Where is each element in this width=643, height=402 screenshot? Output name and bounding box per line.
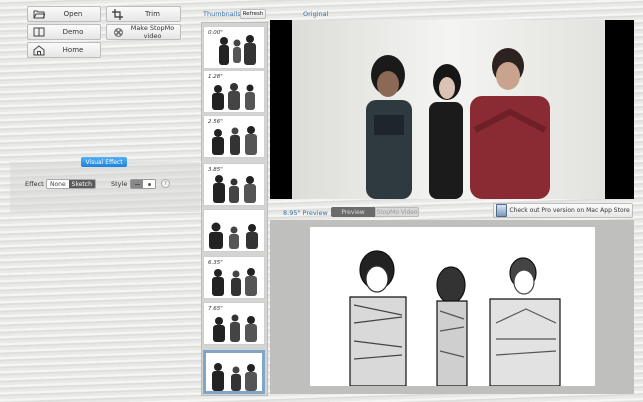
preview-tabs[interactable]: Preview StopMo Video	[331, 207, 419, 217]
trim-button[interactable]: Trim	[106, 6, 181, 22]
preview-area[interactable]	[270, 220, 634, 394]
thumbnail-item[interactable]: 3.85"	[203, 163, 265, 206]
book-icon	[32, 26, 46, 38]
style-segmented-control[interactable]	[130, 179, 156, 189]
visual-effect-title: Visual Effect	[81, 157, 127, 167]
demo-button[interactable]: Demo	[27, 24, 101, 40]
tab-stopmo-video[interactable]: StopMo Video	[375, 207, 419, 217]
pro-version-button[interactable]: Check out Pro version on Mac App Store	[493, 203, 633, 218]
thumbnail-item[interactable]: 7.65"	[203, 302, 265, 345]
style-info-icon[interactable]: ?	[161, 179, 170, 188]
thumbnail-item[interactable]: 2.56"	[203, 115, 265, 158]
trim-button-label: Trim	[145, 10, 160, 18]
effect-option-sketch[interactable]: Sketch	[68, 180, 95, 188]
refresh-button[interactable]: Refresh	[240, 9, 266, 19]
thumbnails-title: Thumbnails	[203, 10, 241, 18]
app-store-icon	[496, 204, 507, 217]
original-title: Original	[303, 10, 329, 18]
open-button[interactable]: Open	[27, 6, 101, 22]
make-stopmo-video-button[interactable]: Make StopMo video	[106, 24, 181, 40]
open-button-label: Open	[63, 10, 83, 18]
thumbnail-item-selected[interactable]	[203, 350, 265, 394]
thumbnail-time: 0.00"	[208, 30, 223, 36]
thumbnail-time: 3.85"	[208, 167, 223, 173]
thumbnail-time: 6.35"	[208, 260, 223, 266]
house-icon	[32, 44, 46, 56]
sketch-image	[349, 250, 561, 386]
style-label: Style	[111, 180, 128, 188]
home-button[interactable]: Home	[27, 42, 101, 58]
preview-time-label: 8.95" Preview	[283, 209, 328, 217]
original-video-frame[interactable]	[270, 20, 634, 199]
original-video-image	[292, 20, 605, 199]
pro-version-label: Check out Pro version on Mac App Store	[509, 207, 630, 214]
preview-image	[310, 227, 595, 386]
crop-icon	[111, 8, 125, 20]
thumbnail-time: 1.28"	[208, 74, 223, 80]
folder-icon	[32, 8, 46, 20]
style-option-light[interactable]	[143, 180, 155, 188]
tab-preview[interactable]: Preview	[331, 207, 375, 217]
make-stopmo-video-label: Make StopMo video	[130, 24, 175, 40]
effect-option-none[interactable]: None	[47, 180, 69, 188]
thumbnail-time: 2.56"	[208, 119, 223, 125]
thumbnail-item[interactable]	[203, 209, 265, 252]
style-option-dark[interactable]	[131, 180, 143, 188]
thumbnail-image	[212, 363, 257, 391]
thumbnail-item[interactable]: 1.28"	[203, 70, 265, 113]
home-button-label: Home	[62, 46, 84, 54]
film-reel-icon	[111, 26, 125, 38]
thumbnail-item[interactable]: 6.35"	[203, 256, 265, 299]
thumbnail-time: 7.65"	[208, 306, 223, 312]
thumbnail-item[interactable]: 0.00"	[203, 26, 265, 69]
effect-segmented-control[interactable]: None Sketch	[46, 179, 96, 189]
demo-button-label: Demo	[62, 28, 84, 36]
effect-label: Effect	[25, 180, 44, 188]
thumbnail-image	[209, 222, 258, 249]
